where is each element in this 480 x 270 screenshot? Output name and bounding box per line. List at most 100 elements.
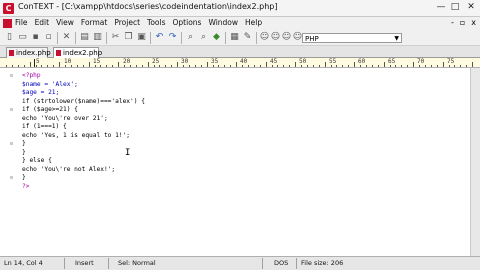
doc-minimize-button[interactable]: -: [451, 18, 454, 27]
replace-icon[interactable]: ◆: [211, 32, 222, 43]
paste-icon[interactable]: ▣: [136, 32, 147, 43]
ruler-tick: [283, 65, 285, 67]
selection-mode: Sel: Normal: [118, 259, 156, 267]
ruler-tick: [124, 65, 125, 67]
user-command-3-icon[interactable]: ☺: [281, 32, 292, 43]
user-command-1-icon[interactable]: ☺: [259, 32, 270, 43]
toolbar-divider: [256, 32, 257, 44]
tab-index2-php[interactable]: index2.php: [53, 47, 102, 58]
window-title: ConTEXT - [C:\xampp\htdocs\series\codein…: [18, 2, 278, 11]
ruler-tick: [206, 62, 208, 67]
menu-tools[interactable]: Tools: [147, 18, 165, 27]
ruler-tick: [100, 65, 102, 67]
menu-project[interactable]: Project: [114, 18, 140, 27]
editor-gutter[interactable]: [0, 68, 20, 256]
print-icon[interactable]: ▤: [79, 32, 90, 43]
tools-icon[interactable]: ✎: [242, 32, 253, 43]
menu-file[interactable]: File: [15, 18, 28, 27]
ruler-tick: [65, 65, 66, 67]
ruler: 5 10 15 20 25 30 35 40 45 50 55 60 65 70…: [0, 58, 480, 68]
syntax-highlighter-select[interactable]: PHP ▼: [302, 33, 402, 43]
menu-options[interactable]: Options: [173, 18, 202, 27]
ruler-tick: [259, 65, 261, 67]
code-line: }: [22, 174, 26, 181]
ruler-tick: [224, 65, 226, 67]
ruler-tick: [171, 65, 173, 67]
save-icon[interactable]: ▪: [30, 32, 41, 43]
line-marker: [10, 142, 13, 145]
close-button[interactable]: ✕: [462, 1, 480, 15]
ruler-label: 35: [211, 58, 219, 65]
save-all-icon[interactable]: ▫: [43, 32, 54, 43]
ruler-tick: [348, 65, 350, 67]
ruler-tick: [118, 62, 120, 67]
ruler-tick: [336, 65, 338, 67]
find-next-icon[interactable]: ⌕: [198, 32, 209, 43]
title-bar: C ConTEXT - [C:\xampp\htdocs\series\code…: [0, 0, 480, 17]
ruler-tick: [442, 62, 444, 67]
tab-index-php[interactable]: index.php: [6, 47, 51, 58]
document-icon[interactable]: [3, 19, 12, 28]
redo-icon[interactable]: ↷: [167, 32, 178, 43]
new-file-icon[interactable]: ▯: [4, 32, 15, 43]
ruler-tick: [165, 65, 167, 67]
ruler-tick: [6, 65, 7, 67]
doc-restore-button[interactable]: ▫: [460, 18, 465, 27]
ruler-tick: [389, 65, 391, 67]
ruler-tick: [472, 62, 474, 67]
app-logo-icon: C: [3, 3, 14, 14]
ruler-tick: [377, 65, 379, 67]
copy-icon[interactable]: ❐: [123, 32, 134, 43]
close-file-icon[interactable]: ✕: [61, 32, 72, 43]
toggle-bookmark-icon[interactable]: ▦: [229, 32, 240, 43]
ruler-tick: [188, 65, 190, 67]
code-line: echo 'Yes, 1 is equal to 1!';: [22, 131, 131, 139]
code-editor[interactable]: <?php $name = 'Alex'; $age = 21; if (str…: [0, 68, 470, 256]
cursor-position: Ln 14, Col 4: [4, 259, 43, 267]
code-text[interactable]: <?php $name = 'Alex'; $age = 21; if (str…: [22, 72, 145, 191]
ruler-tick: [354, 62, 356, 67]
doc-close-button[interactable]: x: [471, 18, 476, 27]
ruler-tick: [277, 65, 279, 67]
ruler-tick: [419, 65, 420, 67]
status-divider: [262, 258, 263, 269]
print-preview-icon[interactable]: ▥: [92, 32, 103, 43]
window-controls: — □ ✕: [434, 0, 480, 16]
ruler-label: 10: [64, 58, 72, 65]
menu-help[interactable]: Help: [245, 18, 262, 27]
ruler-tick: [460, 65, 462, 67]
ruler-tick: [424, 65, 426, 67]
ruler-tick: [330, 65, 332, 67]
menu-view[interactable]: View: [56, 18, 74, 27]
ruler-label: 60: [358, 58, 366, 65]
code-line: if (strtolower($name)==='alex') {: [22, 97, 145, 105]
menu-edit[interactable]: Edit: [35, 18, 50, 27]
code-line: if ($age>=21) {: [22, 106, 78, 113]
ruler-tick: [35, 65, 37, 67]
vertical-scrollbar[interactable]: [470, 68, 480, 256]
minimize-button[interactable]: —: [434, 1, 448, 15]
cut-icon[interactable]: ✂: [110, 32, 121, 43]
find-icon[interactable]: ⌕: [185, 32, 196, 43]
menu-format[interactable]: Format: [81, 18, 107, 27]
toolbar-divider: [57, 32, 58, 44]
user-command-2-icon[interactable]: ☺: [270, 32, 281, 43]
ruler-tick: [129, 65, 131, 67]
maximize-button[interactable]: □: [448, 1, 462, 15]
ruler-tick: [59, 62, 61, 67]
code-line: $age = 21;: [22, 89, 60, 96]
undo-icon[interactable]: ↶: [154, 32, 165, 43]
ruler-tick: [29, 62, 31, 67]
ruler-label: 75: [447, 58, 455, 65]
ruler-tick: [289, 65, 291, 67]
open-folder-icon[interactable]: ▭: [17, 32, 28, 43]
ruler-tick: [153, 65, 155, 67]
ruler-tick: [395, 65, 397, 67]
chevron-down-icon: ▼: [394, 35, 399, 42]
menu-window[interactable]: Window: [208, 18, 238, 27]
ruler-tick: [135, 65, 137, 67]
ruler-tick: [253, 65, 255, 67]
ruler-label: 15: [93, 58, 101, 65]
ruler-tick: [407, 65, 409, 67]
ruler-tick: [360, 65, 361, 67]
